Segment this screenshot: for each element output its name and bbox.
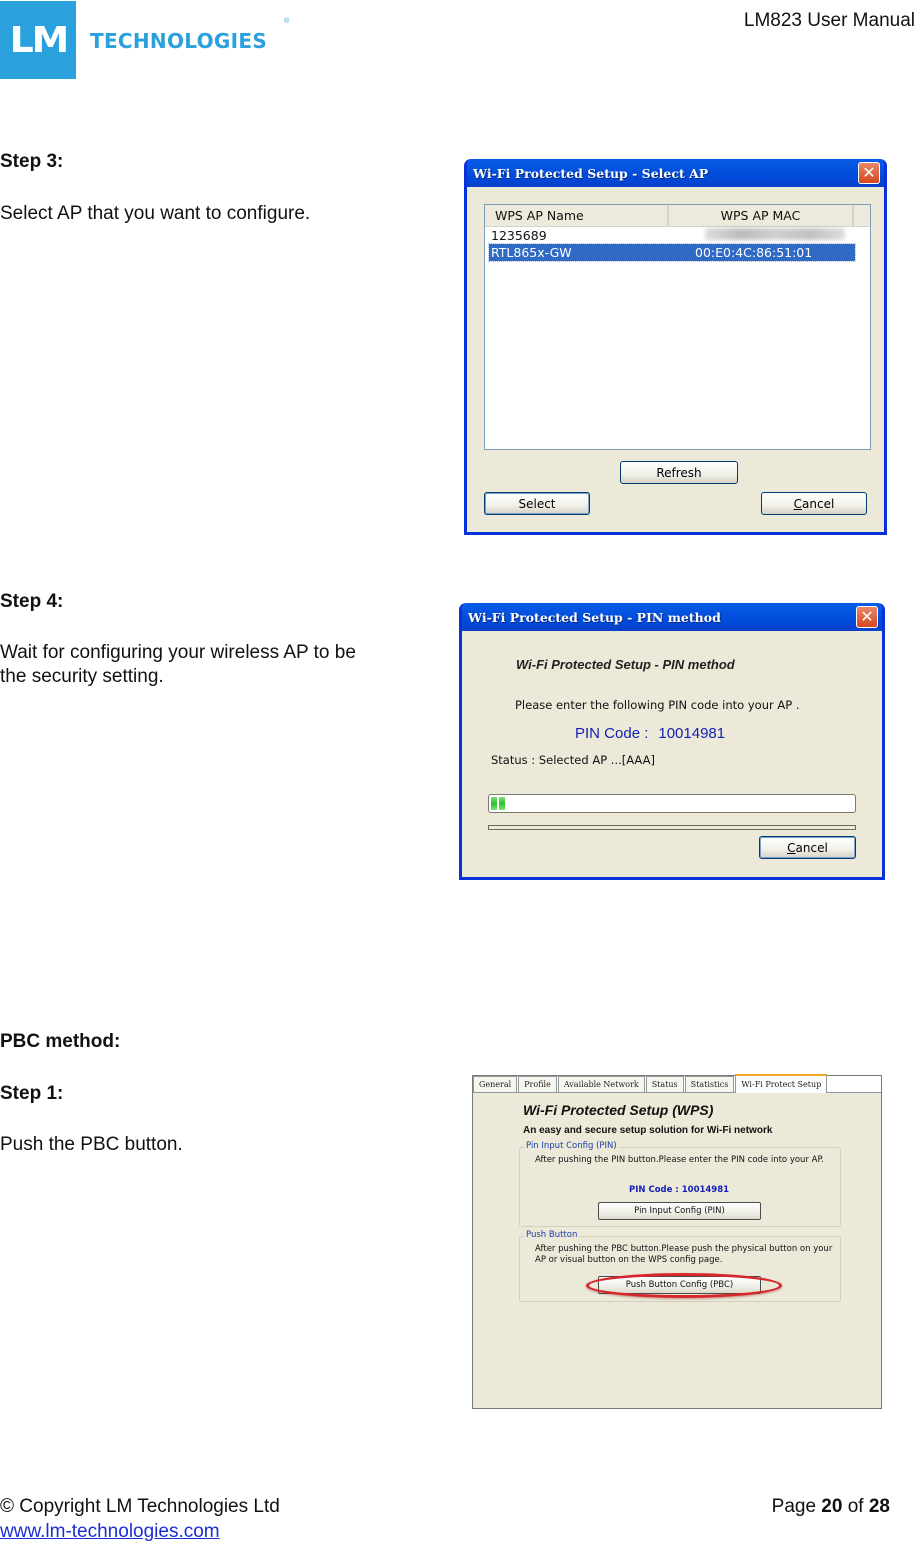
pin-method-heading: Wi-Fi Protected Setup - PIN method [516,657,735,672]
tab-available-network[interactable]: Available Network [557,1076,645,1092]
refresh-button[interactable]: Refresh [620,461,738,484]
ap-list-row-selected[interactable]: RTL865x-GW 00:E0:4C:86:51:01 [488,243,856,262]
document-title: LM823 User Manual [743,10,915,31]
company-logo: LM TECHNOLOGIES [0,0,300,80]
tab-general[interactable]: General [473,1076,518,1092]
tab-wifi-protect-setup[interactable]: Wi-Fi Protect Setup [735,1074,828,1093]
pin-code-value: 10014981 [681,1185,730,1195]
step3-heading: Step 3: [0,151,64,172]
cancel-mnemonic: C [787,840,796,855]
page-of: of [847,1496,864,1517]
push-group-text: After pushing the PBC button.Please push… [535,1244,833,1265]
status-text: Status : Selected AP ...[AAA] [491,753,655,767]
dialog-titlebar: Wi-Fi Protected Setup - Select AP ✕ [467,159,884,187]
step3-text: Select AP that you want to configure. [0,203,311,224]
tab-bar: General Profile Available Network Status… [473,1074,881,1093]
dialog-title: Wi-Fi Protected Setup - PIN method [468,609,721,625]
pin-input-config-button[interactable]: Pin Input Config (PIN) [598,1202,761,1220]
wps-settings-panel: General Profile Available Network Status… [472,1074,882,1409]
tab-profile[interactable]: Profile [518,1076,557,1092]
pin-code-display: PIN Code : 10014981 [575,725,725,742]
separator-bar [488,825,856,830]
dialog-title: Wi-Fi Protected Setup - Select AP [473,165,709,181]
pbc-method-heading: PBC method: [0,1031,121,1052]
pin-code-display: PIN Code : 10014981 [629,1185,729,1195]
pin-code-label: PIN Code : [629,1185,679,1195]
cancel-button[interactable]: Cancel [761,492,867,515]
page-number: Page 20 of 28 [772,1496,890,1518]
pin-group-legend: Pin Input Config (PIN) [524,1141,619,1151]
highlight-ellipse [586,1273,782,1298]
ap-list-row[interactable]: 1235689 [489,227,855,244]
progress-fill [491,797,505,810]
cancel-label: ancel [795,840,828,855]
wps-title: Wi-Fi Protected Setup (WPS) [523,1102,714,1118]
ap-mac-blurred [677,228,855,243]
step4-text-line2: the security setting. [0,666,164,687]
pin-instruction: Please enter the following PIN code into… [515,698,800,712]
pin-code-label: PIN Code : [575,725,649,742]
tab-status[interactable]: Status [645,1076,684,1092]
column-header-ap-mac[interactable]: WPS AP MAC [669,205,854,226]
ap-list[interactable]: WPS AP Name WPS AP MAC 1235689 RTL865x-G… [484,204,871,450]
footer-website-link[interactable]: www.lm-technologies.com [0,1521,220,1543]
pin-method-dialog: Wi-Fi Protected Setup - PIN method ✕ Wi-… [459,603,885,880]
select-ap-dialog: Wi-Fi Protected Setup - Select AP ✕ WPS … [464,159,887,535]
page-prefix: Page [771,1496,817,1517]
step4-heading: Step 4: [0,591,64,612]
logo-wordmark: TECHNOLOGIES [90,29,268,53]
wps-subtitle: An easy and secure setup solution for Wi… [523,1125,773,1136]
cancel-mnemonic: C [793,496,803,511]
page-total: 28 [868,1496,890,1517]
pbc-step1-heading: Step 1: [0,1083,64,1104]
column-header-ap-name[interactable]: WPS AP Name [485,205,669,226]
pin-group-text: After pushing the PIN button.Please ente… [535,1155,824,1165]
footer-copyright: © Copyright LM Technologies Ltd [0,1496,280,1517]
step4-text-line1: Wait for configuring your wireless AP to… [0,642,356,663]
cancel-label: ancel [802,496,835,511]
progress-chunk [499,797,505,810]
ap-name: 1235689 [491,228,547,243]
logo-mark-text: LM [9,19,69,61]
ap-mac: 00:E0:4C:86:51:01 [695,245,813,260]
pin-input-group: Pin Input Config (PIN) After pushing the… [519,1141,841,1227]
ap-name: RTL865x-GW [491,245,572,260]
pbc-step1-text: Push the PBC button. [0,1134,183,1155]
page-current: 20 [821,1496,843,1517]
push-group-legend: Push Button [524,1230,580,1240]
select-button[interactable]: Select [484,492,590,515]
dialog-titlebar: Wi-Fi Protected Setup - PIN method ✕ [462,603,882,631]
close-icon[interactable]: ✕ [856,606,878,628]
registered-mark: ® [284,18,290,25]
progress-bar [488,794,856,813]
progress-chunk [491,797,497,810]
ap-list-header: WPS AP Name WPS AP MAC [485,205,870,227]
close-icon[interactable]: ✕ [858,162,880,184]
logo-mark: LM [0,1,76,79]
cancel-button[interactable]: Cancel [759,836,856,859]
tab-statistics[interactable]: Statistics [684,1076,735,1092]
pin-code-value: 10014981 [658,725,726,742]
